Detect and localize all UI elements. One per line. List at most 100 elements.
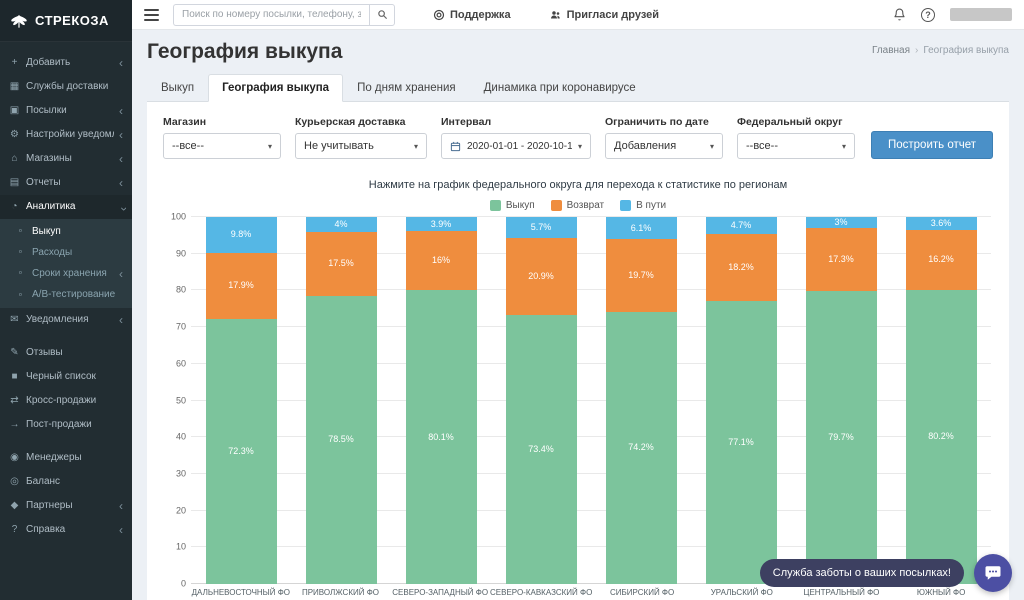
bullet-icon: ◦ <box>14 246 27 259</box>
bar-segment-1[interactable]: 18.2% <box>706 234 777 301</box>
sidebar-item-label: Кросс-продажи <box>26 395 127 407</box>
sidebar-item-label: Черный список <box>26 371 127 383</box>
sidebar-item-blacklist[interactable]: ■Черный список <box>0 365 132 389</box>
bar-segment-1[interactable]: 17.3% <box>806 228 877 291</box>
bar-segment-1[interactable]: 17.9% <box>206 253 277 319</box>
x-axis-label: ПРИВОЛЖСКИЙ ФО <box>291 588 391 597</box>
courier-select[interactable]: Не учитывать ▾ <box>295 133 427 159</box>
bar-segment-label: 4% <box>334 220 347 229</box>
bar-0[interactable]: 9.8%17.9%72.3% <box>206 217 277 584</box>
bar-segment-0[interactable]: 79.7% <box>806 291 877 583</box>
tab-storage-days[interactable]: По дням хранения <box>343 74 470 102</box>
legend-item-0[interactable]: Выкуп <box>490 200 535 211</box>
bar-segment-label: 3% <box>834 218 847 227</box>
cross-sales-icon: ⇄ <box>8 395 21 407</box>
bar-segment-2[interactable]: 4% <box>306 217 377 232</box>
invite-friends-link[interactable]: Пригласи друзей <box>549 9 659 21</box>
build-report-button[interactable]: Построить отчет <box>871 131 993 159</box>
bar-1[interactable]: 4% 17.5%78.5% <box>306 217 377 584</box>
search-input[interactable] <box>173 4 369 26</box>
bar-segment-1[interactable]: 20.9% <box>506 238 577 315</box>
sidebar-item-label: Расходы <box>32 247 127 259</box>
bar-segment-2[interactable]: 6.1% <box>606 217 677 239</box>
sidebar-item-notification-settings[interactable]: ⚙Настройки уведомлений‹ <box>0 123 132 147</box>
bar-segment-2[interactable]: 4.7% <box>706 217 777 234</box>
bar-segment-label: 80.1% <box>428 433 454 442</box>
tab-geography[interactable]: География выкупа <box>208 74 343 102</box>
bar-segment-0[interactable]: 80.2% <box>906 290 977 584</box>
balance-icon: ◎ <box>8 476 21 488</box>
sidebar-item-balance[interactable]: ◎Баланс <box>0 470 132 494</box>
chat-button[interactable] <box>974 554 1012 592</box>
breadcrumb-home[interactable]: Главная <box>872 45 910 56</box>
bar-segment-1[interactable]: 19.7% <box>606 239 677 311</box>
sidebar-item-cross-sales[interactable]: ⇄ Кросс-продажи <box>0 389 132 413</box>
sidebar-item-delivery-services[interactable]: ▦Службы доставки <box>0 75 132 99</box>
logo[interactable]: СТРЕКОЗА <box>0 0 132 42</box>
sidebar-item-managers[interactable]: ◉Менеджеры <box>0 446 132 470</box>
bar-segment-1[interactable]: 16% <box>406 231 477 290</box>
shop-select[interactable]: --все-- ▾ <box>163 133 281 159</box>
filter-district: Федеральный округ --все-- ▾ <box>737 116 855 159</box>
chevron-left-icon: ‹ <box>119 268 127 280</box>
chevron-left-icon: ‹ <box>119 153 127 165</box>
sidebar-item-reports[interactable]: ▤Отчеты‹ <box>0 171 132 195</box>
sidebar-item-ab-testing[interactable]: ◦A/B-тестирование <box>0 285 132 306</box>
bar-6[interactable]: 3%17.3%79.7% <box>806 217 877 584</box>
chart-legend: Выкуп Возврат В пути <box>163 200 993 211</box>
y-axis-label: 100 <box>171 213 191 222</box>
sidebar-item-post-sales[interactable]: →Пост-продажи <box>0 413 132 437</box>
sidebar-item-parcels[interactable]: ▣Посылки‹ <box>0 99 132 123</box>
sidebar-item-storage-terms[interactable]: ◦Сроки хранения‹ <box>0 263 132 284</box>
bar-segment-1[interactable]: 17.5% <box>306 232 377 296</box>
bar-segment-0[interactable]: 80.1% <box>406 290 477 584</box>
hamburger-menu-icon[interactable] <box>144 9 159 21</box>
user-menu[interactable] <box>950 8 1012 21</box>
search-button[interactable] <box>369 4 395 26</box>
interval-date-range[interactable]: 2020-01-01 - 2020-10-13 ▾ <box>441 133 591 159</box>
bar-5[interactable]: 4.7%18.2%77.1% <box>706 217 777 584</box>
bar-segment-label: 74.2% <box>628 443 654 452</box>
sidebar-item-shops[interactable]: ⌂Магазины‹ <box>0 147 132 171</box>
bar-segment-1[interactable]: 16.2% <box>906 230 977 289</box>
legend-item-1[interactable]: Возврат <box>551 200 605 211</box>
sidebar-item-partners[interactable]: ◆Партнеры‹ <box>0 494 132 518</box>
invite-friends-label: Пригласи друзей <box>567 9 659 21</box>
bar-segment-0[interactable]: 72.3% <box>206 319 277 584</box>
caret-down-icon: ▾ <box>414 142 418 151</box>
bar-2[interactable]: 3.9%16% 80.1% <box>406 217 477 584</box>
legend-item-2[interactable]: В пути <box>620 200 666 211</box>
sidebar-item-reviews[interactable]: ✎Отзывы <box>0 341 132 365</box>
sidebar-item-redemption[interactable]: ◦Выкуп <box>0 221 132 242</box>
help-icon[interactable]: ? <box>921 8 935 22</box>
bar-7[interactable]: 3.6%16.2%80.2% <box>906 217 977 584</box>
bar-segment-2[interactable]: 3% <box>806 217 877 228</box>
chat-bubble-icon <box>984 564 1002 582</box>
shop-label: Магазин <box>163 116 281 128</box>
bar-3[interactable]: 5.7%20.9%73.4% <box>506 217 577 584</box>
sidebar-item-label: Магазины <box>26 153 114 165</box>
bar-segment-2[interactable]: 3.6% <box>906 217 977 230</box>
sidebar-item-analytics[interactable]: ◔Аналитика‹ <box>0 195 132 219</box>
notifications-bell-icon[interactable] <box>893 8 906 21</box>
date-limit-select[interactable]: Добавления ▾ <box>605 133 723 159</box>
bar-segment-2[interactable]: 3.9% <box>406 217 477 231</box>
district-select[interactable]: --все-- ▾ <box>737 133 855 159</box>
bar-segment-0[interactable]: 73.4% <box>506 315 577 584</box>
support-link[interactable]: Поддержка <box>433 9 511 21</box>
bar-segment-0[interactable]: 77.1% <box>706 301 777 584</box>
sidebar-item-help[interactable]: ?Справка‹ <box>0 518 132 542</box>
bar-4[interactable]: 6.1%19.7% 74.2% <box>606 217 677 584</box>
sidebar-item-expenses[interactable]: ◦ Расходы <box>0 242 132 263</box>
sidebar-item-label: Партнеры <box>26 500 114 512</box>
bar-segment-2[interactable]: 9.8% <box>206 217 277 253</box>
tab-covid-dynamics[interactable]: Динамика при коронавирусе <box>470 74 650 102</box>
tab-redemption[interactable]: Выкуп <box>147 74 208 102</box>
sidebar-item-label: Выкуп <box>32 226 127 238</box>
sidebar-item-add[interactable]: +Добавить‹ <box>0 51 132 75</box>
bar-segment-0[interactable]: 74.2% <box>606 312 677 584</box>
sidebar-item-notifications[interactable]: ✉Уведомления‹ <box>0 308 132 332</box>
sidebar-item-label: Справка <box>26 524 114 536</box>
bar-segment-2[interactable]: 5.7% <box>506 217 577 238</box>
bar-segment-0[interactable]: 78.5% <box>306 296 377 584</box>
